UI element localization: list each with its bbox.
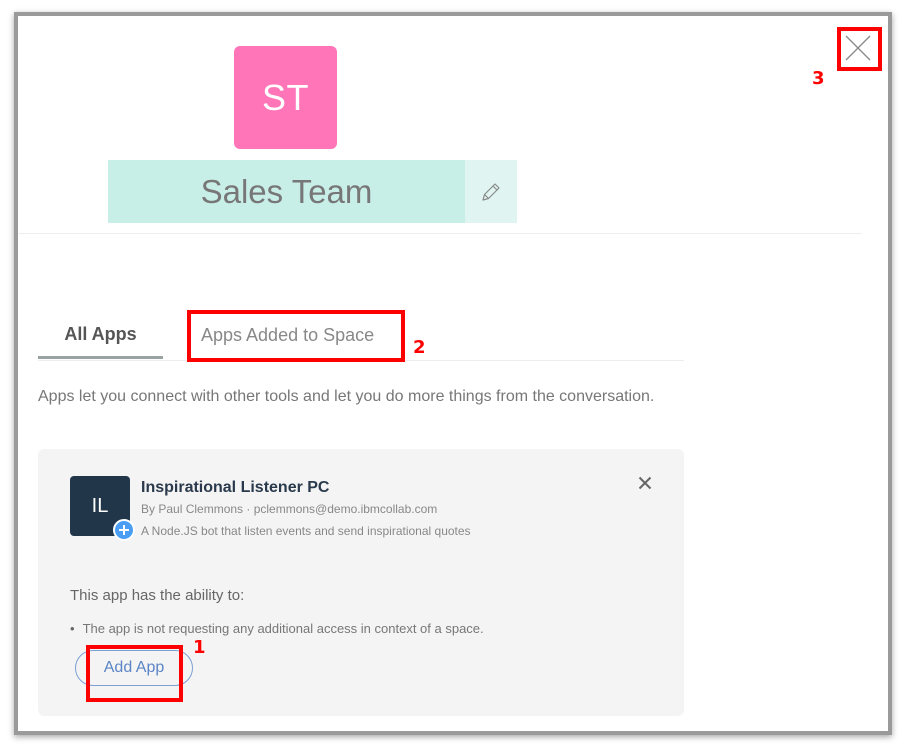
ability-item: The app is not requesting any additional… xyxy=(70,621,484,636)
header-divider xyxy=(18,233,862,234)
add-badge xyxy=(113,519,135,541)
space-name-field[interactable]: Sales Team xyxy=(108,160,465,223)
annotation-box-1 xyxy=(86,645,183,702)
annotation-number-3: 3 xyxy=(812,68,825,89)
annotation-box-3 xyxy=(837,27,882,71)
space-settings-dialog: ST Sales Team All Apps Apps Added to Spa… xyxy=(18,16,888,731)
app-title: Inspirational Listener PC xyxy=(141,479,330,496)
space-avatar-initials: ST xyxy=(261,76,309,118)
space-avatar: ST xyxy=(234,46,337,149)
plus-icon xyxy=(119,525,129,535)
ability-heading: This app has the ability to: xyxy=(70,587,245,604)
app-author: By Paul Clemmons · pclemmons@demo.ibmcol… xyxy=(141,502,438,516)
app-description: A Node.JS bot that listen events and sen… xyxy=(141,524,471,538)
app-icon-initials: IL xyxy=(91,494,109,517)
annotation-number-1: 1 xyxy=(193,637,206,658)
tab-all-apps-label: All Apps xyxy=(64,323,137,344)
tab-all-apps[interactable]: All Apps xyxy=(38,312,163,359)
ability-list: The app is not requesting any additional… xyxy=(70,621,484,636)
annotation-number-2: 2 xyxy=(413,337,426,358)
space-name: Sales Team xyxy=(200,172,373,210)
edit-name-button[interactable] xyxy=(465,160,517,223)
pencil-icon xyxy=(482,182,500,201)
close-icon xyxy=(638,476,652,490)
dismiss-app-button[interactable] xyxy=(636,474,654,492)
apps-intro-text: Apps let you connect with other tools an… xyxy=(38,388,655,405)
annotation-box-2 xyxy=(187,310,405,362)
